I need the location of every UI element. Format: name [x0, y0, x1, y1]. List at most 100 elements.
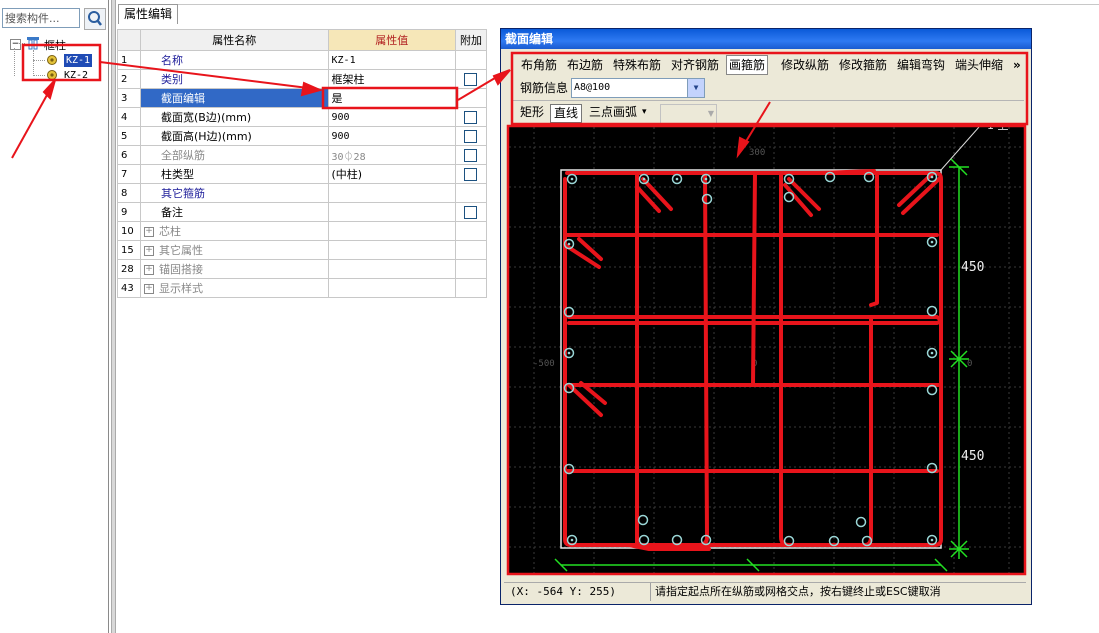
dim-label-bottom-right: 450: [961, 449, 984, 464]
dimension-lines: [554, 158, 969, 572]
property-value[interactable]: [327, 183, 456, 203]
extra-checkbox[interactable]: [464, 110, 478, 124]
extra-checkbox[interactable]: [464, 129, 478, 143]
toolbar-special-rebar-button[interactable]: 特殊布筋: [613, 56, 661, 74]
section-drawing-canvas[interactable]: 450 450 300 -500 0 0 1 上: [509, 119, 1025, 573]
extra-checkbox[interactable]: [464, 148, 478, 162]
property-name: 类别: [139, 69, 329, 89]
row-number: 3: [117, 88, 141, 108]
property-value[interactable]: (中柱): [327, 164, 456, 184]
toolbar-end-stretch-button[interactable]: 端头伸缩: [955, 56, 1003, 74]
table-row[interactable]: 7 柱类型 (中柱): [117, 164, 488, 184]
table-row[interactable]: 5 截面高(H边)(mm) 900: [117, 126, 488, 146]
tree-root-label[interactable]: 框柱: [44, 37, 66, 53]
toolbar-edge-rebar-button[interactable]: 布边筋: [567, 56, 603, 74]
table-row[interactable]: 4 截面宽(B边)(mm) 900: [117, 107, 488, 127]
chevron-down-icon[interactable]: ▼: [687, 79, 704, 97]
search-icon: [88, 11, 102, 26]
grid-header: 属性名称 属性值 附加: [117, 29, 488, 51]
tree-item-kz2[interactable]: KZ-2: [64, 69, 88, 82]
rebar-info-select[interactable]: A8@100 ▼: [571, 78, 705, 98]
table-row[interactable]: 1 名称 KZ-1: [117, 50, 488, 70]
shape-rect-button[interactable]: 矩形: [520, 104, 544, 120]
search-input[interactable]: 搜索构件...: [2, 8, 80, 28]
table-row-group[interactable]: 10 + 芯柱: [117, 221, 488, 241]
property-value: [327, 259, 456, 279]
toolbar-modify-long-rebar-button[interactable]: 修改纵筋: [781, 56, 829, 74]
property-group[interactable]: + 显示样式: [139, 278, 329, 298]
tab-property-edit[interactable]: 属性编辑: [118, 4, 179, 24]
row-number: 28: [117, 259, 141, 279]
table-row[interactable]: 9 备注: [117, 202, 488, 222]
extra-checkbox[interactable]: [464, 205, 478, 219]
property-value: [327, 278, 456, 298]
toolbar-edit-hook-button[interactable]: 编辑弯钩: [897, 56, 945, 74]
property-group[interactable]: + 其它属性: [139, 240, 329, 260]
table-row[interactable]: 8 其它箍筋: [117, 183, 488, 203]
panel-splitter[interactable]: [111, 0, 116, 633]
row-number: 43: [117, 278, 141, 298]
table-row[interactable]: 2 类别 框架柱: [117, 69, 488, 89]
property-value[interactable]: [327, 202, 456, 222]
rebar-info-label: 钢筋信息: [520, 81, 569, 95]
toolbar-modify-stirrup-button[interactable]: 修改箍筋: [839, 56, 887, 74]
section-drawing: 450 450 300 -500 0 0 1 上: [509, 119, 1025, 573]
arc-dropdown-icon[interactable]: ▾: [642, 104, 647, 121]
property-value[interactable]: 900: [327, 107, 456, 127]
row-number: 7: [117, 164, 141, 184]
row-number: 2: [117, 69, 141, 89]
property-value[interactable]: 框架柱: [327, 69, 456, 89]
component-panel: [0, 0, 109, 633]
tab-strip: [176, 4, 1099, 5]
toolbar-align-rebar-button[interactable]: 对齐钢筋: [671, 56, 719, 74]
table-row-group[interactable]: 43 + 显示样式: [117, 278, 488, 298]
rebar-info-value: A8@100: [574, 82, 611, 93]
dialog-title[interactable]: 截面编辑: [501, 29, 1031, 49]
row-number: 9: [117, 202, 141, 222]
property-value[interactable]: 900: [327, 126, 456, 146]
corner-label: 1 上: [987, 127, 1009, 132]
row-number: 4: [117, 107, 141, 127]
disabled-select: ▼: [660, 104, 717, 124]
tree-item-kz1[interactable]: KZ-1: [64, 54, 93, 67]
extra-cell: [454, 107, 488, 127]
extra-checkbox[interactable]: [464, 72, 478, 86]
extra-cell: [454, 126, 488, 146]
table-row[interactable]: 6 全部纵筋 30⏀28: [117, 145, 488, 165]
property-value[interactable]: 是: [327, 88, 456, 108]
three-point-arc-button[interactable]: 三点画弧: [589, 104, 637, 121]
toolbar-draw-stirrup-button[interactable]: 画箍筋: [726, 55, 769, 75]
tree-collapse-toggle[interactable]: −: [10, 39, 21, 50]
toolbar-more-button[interactable]: »: [1013, 56, 1021, 74]
table-row-group[interactable]: 28 + 锚固搭接: [117, 259, 488, 279]
extra-cell: [454, 50, 488, 70]
coord-label-right: 0: [967, 359, 972, 369]
coord-label-left: -500: [533, 359, 555, 369]
expand-plus-icon[interactable]: +: [143, 246, 154, 256]
property-group[interactable]: + 锚固搭接: [139, 259, 329, 279]
column-component-icon: [46, 54, 58, 66]
extra-checkbox[interactable]: [464, 167, 478, 181]
expand-plus-icon[interactable]: +: [143, 265, 154, 275]
expand-plus-icon[interactable]: +: [143, 284, 154, 294]
extra-cell: [454, 88, 488, 108]
line-mode-button[interactable]: 直线: [550, 104, 583, 123]
toolbar-divider: [512, 100, 1024, 101]
row-number: 5: [117, 126, 141, 146]
leader-line: [940, 126, 980, 171]
property-value[interactable]: KZ-1: [327, 50, 456, 70]
header-extra: 附加: [454, 29, 488, 51]
search-button[interactable]: [84, 8, 106, 30]
row-number: 15: [117, 240, 141, 260]
property-group[interactable]: + 芯柱: [139, 221, 329, 241]
expand-plus-icon[interactable]: +: [143, 227, 154, 237]
table-row-group[interactable]: 15 + 其它属性: [117, 240, 488, 260]
row-number: 1: [117, 50, 141, 70]
status-divider: [650, 583, 651, 601]
table-row-selected[interactable]: 3 截面编辑 是: [117, 88, 488, 108]
property-name: 其它箍筋: [139, 183, 329, 203]
property-value: [327, 240, 456, 260]
chevron-down-icon: ▼: [707, 109, 714, 118]
toolbar-corner-rebar-button[interactable]: 布角筋: [521, 56, 557, 74]
row-number: 8: [117, 183, 141, 203]
